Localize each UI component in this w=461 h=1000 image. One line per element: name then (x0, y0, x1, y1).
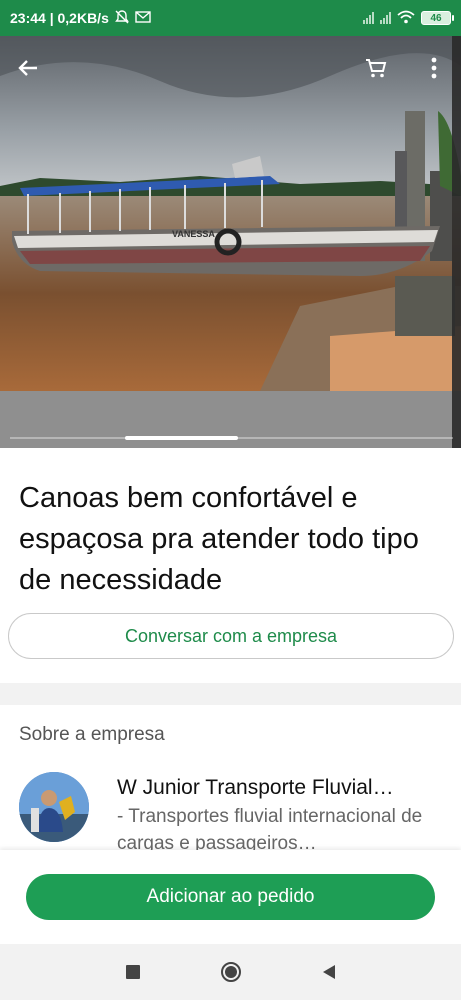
mail-icon (135, 10, 151, 26)
wifi-icon (397, 10, 415, 27)
business-name[interactable]: W Junior Transporte Fluvial… (117, 776, 442, 800)
boat-name-text: VANESSA (172, 229, 215, 239)
arrow-left-icon (18, 60, 37, 76)
signal-icon (363, 12, 374, 24)
more-options-button[interactable] (416, 50, 452, 86)
back-button[interactable] (10, 50, 46, 86)
triangle-back-icon (322, 965, 335, 979)
boat-photo: VANESSA (0, 36, 461, 448)
bottom-action-bar: Adicionar ao pedido (0, 850, 461, 944)
mute-icon (114, 9, 129, 27)
home-button[interactable] (217, 958, 245, 986)
more-vertical-icon (431, 57, 437, 79)
status-time: 23:44 | 0,2KB/s (10, 10, 109, 26)
about-business-heading: Sobre a empresa (19, 724, 165, 745)
circle-icon (220, 962, 241, 982)
product-image-carousel[interactable]: VANESSA (0, 36, 461, 448)
carousel-indicator (125, 436, 238, 440)
back-nav-button[interactable] (315, 958, 343, 986)
product-title: Canoas bem confortável e espaçosa pra at… (19, 482, 419, 596)
cart-button[interactable] (358, 50, 394, 86)
add-to-order-button[interactable]: Adicionar ao pedido (26, 874, 435, 920)
signal-icon-2 (380, 12, 391, 24)
chat-with-business-button[interactable]: Conversar com a empresa (8, 613, 454, 659)
business-avatar[interactable] (19, 772, 89, 842)
shopping-cart-icon (366, 59, 387, 78)
business-description: - Transportes fluvial internacional de c… (117, 806, 423, 851)
section-divider (0, 683, 461, 705)
battery-indicator: 46 (421, 11, 454, 25)
status-bar: 23:44 | 0,2KB/s 46 (0, 0, 461, 36)
recents-button[interactable] (119, 958, 147, 986)
square-icon (125, 965, 140, 979)
system-navigation-bar (0, 944, 461, 1000)
